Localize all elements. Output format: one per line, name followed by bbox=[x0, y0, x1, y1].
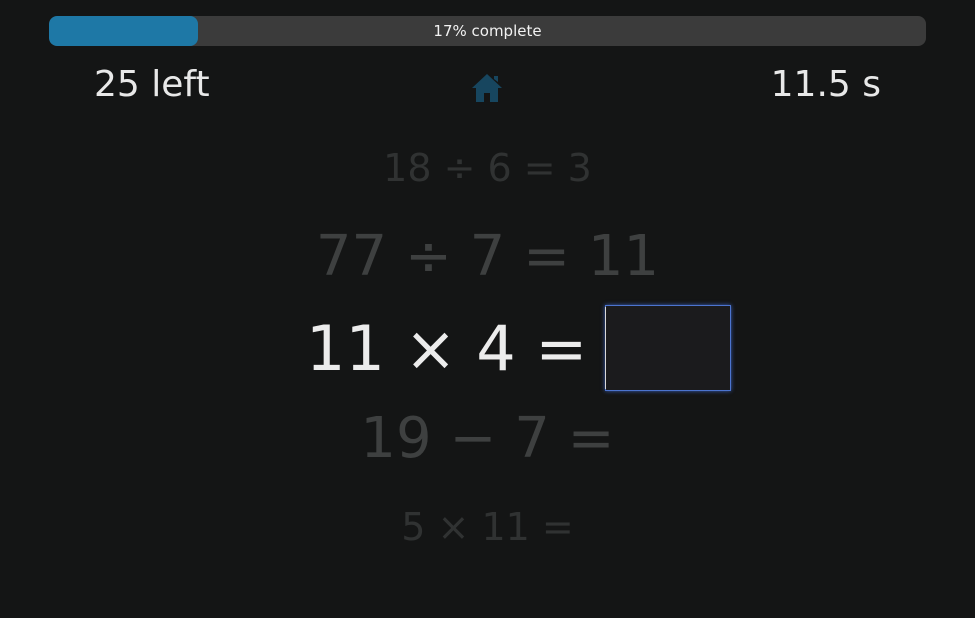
home-icon bbox=[472, 74, 502, 102]
next-equation-1: 19 − 7 = bbox=[360, 406, 615, 471]
previous-equation-2: 18 ÷ 6 = 3 bbox=[383, 146, 592, 190]
progress-label: 17% complete bbox=[433, 22, 542, 40]
answer-input[interactable] bbox=[605, 305, 732, 391]
remaining-count: 25 left bbox=[94, 64, 210, 105]
progress-bar: 17% complete bbox=[49, 16, 926, 46]
current-equation-text: 11 × 4 = bbox=[306, 311, 588, 385]
next-equation-2: 5 × 11 = bbox=[401, 505, 574, 549]
current-equation: 11 × 4 = bbox=[306, 304, 732, 392]
previous-equation-1: 77 ÷ 7 = 11 bbox=[315, 224, 660, 289]
timer: 11.5 s bbox=[770, 64, 881, 105]
quiz-screen: 17% complete 25 left 11.5 s 18 ÷ 6 = 3 7… bbox=[0, 0, 975, 618]
text-cursor bbox=[605, 307, 606, 389]
home-button[interactable] bbox=[470, 70, 504, 106]
